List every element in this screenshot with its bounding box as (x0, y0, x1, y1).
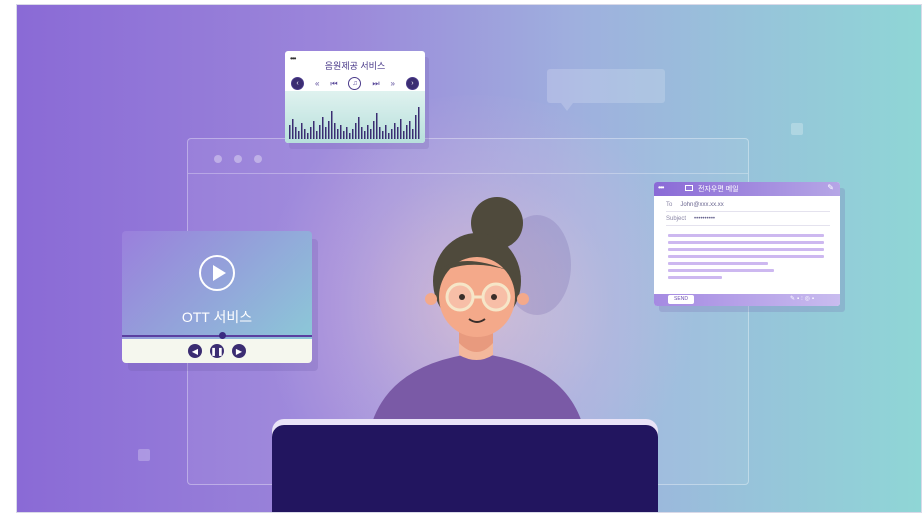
ear-right (517, 293, 529, 305)
body-text-line (668, 248, 824, 251)
email-header-bar: ••• 전자우편 메일 ✎ (654, 182, 840, 196)
music-controls: ‹ « ⏮ ♫ ⏭ » › (291, 77, 419, 90)
window-dot (234, 155, 242, 163)
edit-icon[interactable]: ✎ (827, 183, 834, 192)
window-divider (188, 173, 748, 174)
body-text-line (668, 269, 774, 272)
eye-left (459, 294, 465, 300)
ott-service-card: OTT 서비스 ◀ ❚❚ ▶ (122, 231, 312, 363)
window-dots: ••• (658, 183, 664, 192)
ott-card-label: OTT 서비스 (181, 309, 253, 325)
square-decoration (791, 123, 803, 135)
music-service-card: ••• 음원제공 서비스 ‹ « ⏮ ♫ ⏭ » › (285, 51, 425, 143)
next-circle-icon[interactable]: › (405, 77, 419, 90)
music-note-icon[interactable]: ♫ (348, 77, 362, 90)
window-dot (254, 155, 262, 163)
pause-icon[interactable]: ❚❚ (210, 344, 224, 358)
eye-right (491, 294, 497, 300)
video-progress-bar[interactable] (122, 335, 312, 337)
send-button[interactable]: SEND (668, 295, 694, 304)
email-card-title: 전자우편 메일 (698, 186, 739, 193)
back-icon[interactable]: ◀ (188, 344, 202, 358)
skip-forward-icon[interactable]: ⏭ (372, 79, 379, 89)
laptop-back (272, 425, 658, 512)
speech-bubble-decoration (547, 69, 665, 111)
fast-forward-icon[interactable]: » (391, 79, 395, 88)
music-card-title: 음원제공 서비스 (324, 61, 386, 71)
body-text-line (668, 241, 824, 244)
forward-icon[interactable]: ▶ (232, 344, 246, 358)
to-field[interactable]: To John@xxx.xx.xx (666, 199, 830, 212)
email-tool-icons: ✎▪⫶◎▪ (789, 296, 816, 302)
to-label: To (666, 202, 673, 208)
mail-icon (685, 185, 693, 191)
subject-label: Subject (666, 216, 687, 222)
to-value: John@xxx.xx.xx (680, 202, 724, 208)
skip-back-icon[interactable]: ⏮ (330, 79, 337, 89)
window-dot (214, 155, 222, 163)
body-text-line (668, 255, 824, 258)
subject-value: •••••••••• (694, 216, 716, 222)
square-decoration (138, 449, 150, 461)
body-text-line (668, 262, 768, 265)
body-text-line (668, 276, 722, 279)
subject-field[interactable]: Subject •••••••••• (666, 213, 830, 226)
email-footer-bar: SEND ✎▪⫶◎▪ (654, 294, 840, 306)
rewind-icon[interactable]: « (315, 79, 319, 88)
ear-left (425, 293, 437, 305)
body-text-line (668, 234, 824, 237)
illustration-frame: ••• 음원제공 서비스 ‹ « ⏮ ♫ ⏭ » › OTT 서비스 ◀ ❚❚ … (16, 4, 922, 513)
progress-knob[interactable] (219, 332, 226, 339)
waveform-graphic (289, 107, 420, 139)
email-card: ••• 전자우편 메일 ✎ To John@xxx.xx.xx Subject ••… (654, 182, 840, 306)
play-icon[interactable] (199, 255, 235, 291)
video-controls: ◀ ❚❚ ▶ (122, 339, 312, 363)
prev-circle-icon[interactable]: ‹ (291, 77, 304, 90)
audio-waveform (285, 91, 425, 143)
